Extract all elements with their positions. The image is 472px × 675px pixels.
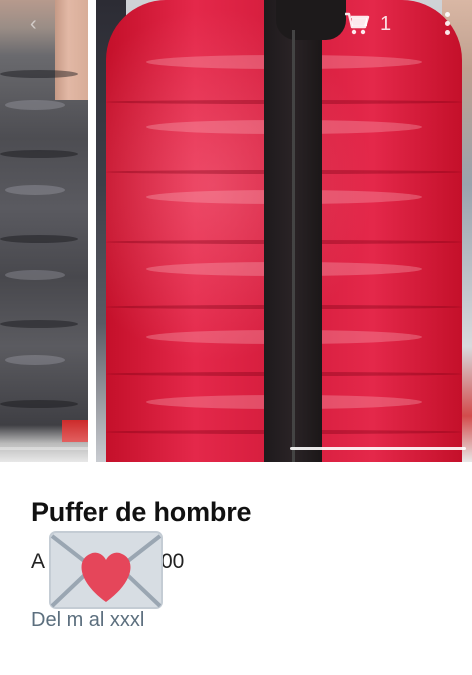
product-photo-red-puffer[interactable] bbox=[96, 0, 472, 462]
carousel-track bbox=[0, 447, 88, 450]
red-puffer-jacket-image bbox=[106, 0, 462, 462]
love-letter-icon bbox=[49, 531, 163, 609]
product-description: Del m al xxxl bbox=[31, 609, 145, 631]
carousel-scroll-indicator[interactable] bbox=[290, 447, 466, 450]
product-detail-screen: ‹ 1 Puffer de hombre A 00 Del m al xxxl bbox=[0, 0, 472, 675]
product-price: A 00 bbox=[31, 548, 184, 576]
photo-background bbox=[55, 0, 88, 100]
chevron-left-icon[interactable]: ‹ bbox=[30, 12, 46, 36]
cart-count-badge: 1 bbox=[380, 12, 392, 35]
more-vertical-icon[interactable] bbox=[438, 10, 456, 38]
product-photo-carousel[interactable] bbox=[0, 0, 472, 462]
price-text-end: 00 bbox=[161, 550, 185, 573]
photo-gap bbox=[88, 0, 96, 462]
product-title: Puffer de hombre bbox=[31, 497, 252, 527]
cart-button[interactable]: 1 bbox=[344, 10, 391, 38]
shopping-cart-icon bbox=[345, 12, 370, 35]
product-photo-gray-puffer[interactable] bbox=[0, 0, 88, 462]
price-text-start: A bbox=[31, 550, 46, 573]
